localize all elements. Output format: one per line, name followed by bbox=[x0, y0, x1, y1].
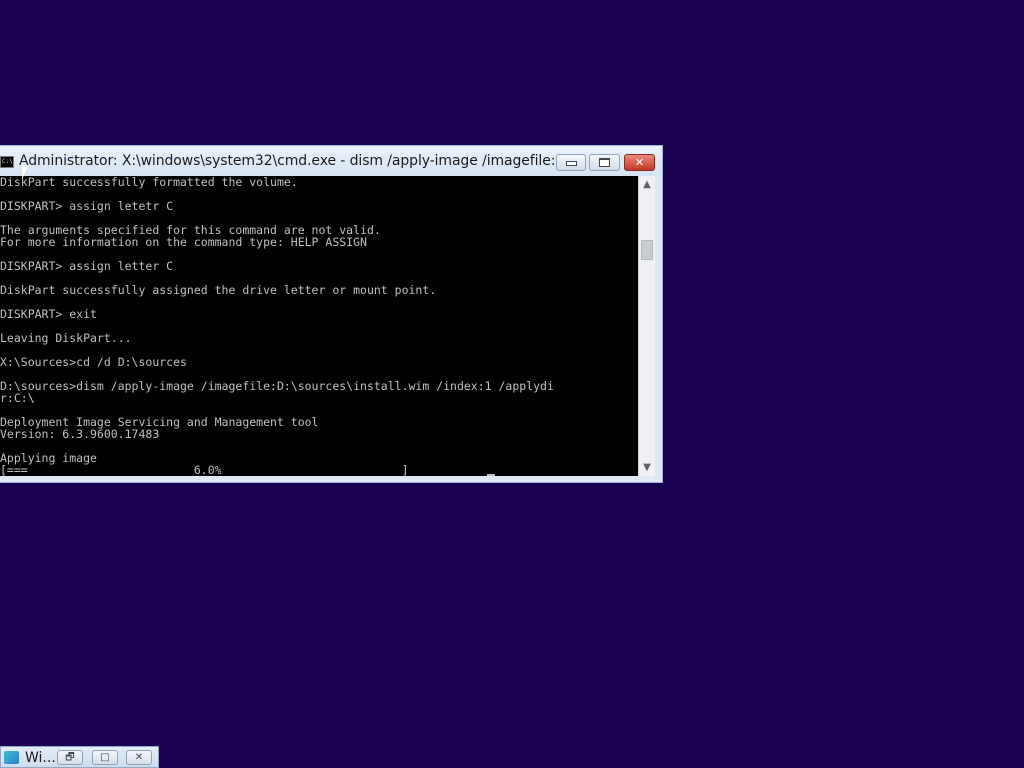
close-icon: ✕ bbox=[634, 156, 645, 169]
console-output[interactable]: DiskPart successfully formatted the volu… bbox=[0, 176, 638, 476]
scroll-up-arrow-icon[interactable]: ▲ bbox=[639, 176, 655, 193]
maximize-icon bbox=[599, 158, 610, 167]
console-line: Leaving DiskPart... bbox=[0, 331, 132, 345]
minimized-window-title[interactable]: Wi... bbox=[25, 750, 56, 766]
close-button[interactable]: ✕ bbox=[624, 154, 655, 171]
console-line: X:\Sources>cd /d D:\sources bbox=[0, 355, 187, 369]
console-line: DISKPART> assign letter C bbox=[0, 259, 174, 273]
console-lines: DiskPart successfully formatted the volu… bbox=[0, 176, 554, 476]
app-icon bbox=[4, 751, 19, 764]
console-line: DISKPART> exit bbox=[0, 307, 97, 321]
minimize-button[interactable] bbox=[556, 154, 586, 171]
scroll-down-arrow-icon[interactable]: ▼ bbox=[639, 459, 655, 476]
vertical-scrollbar[interactable]: ▲ ▼ bbox=[638, 176, 655, 476]
cmd-icon[interactable]: C:\ bbox=[0, 156, 14, 168]
console-line: r:C:\ bbox=[0, 391, 35, 405]
scroll-thumb[interactable] bbox=[641, 240, 653, 260]
minimize-icon bbox=[565, 161, 577, 166]
console-line: D:\sources>dism /apply-image /imagefile:… bbox=[0, 379, 554, 393]
console-line: DiskPart successfully formatted the volu… bbox=[0, 176, 298, 189]
maximize-button[interactable] bbox=[589, 154, 620, 171]
cmd-window[interactable]: C:\ Administrator: X:\windows\system32\c… bbox=[0, 145, 663, 483]
title-bar[interactable]: C:\ Administrator: X:\windows\system32\c… bbox=[0, 146, 662, 176]
minimized-window[interactable]: Wi... 🗗 □ ✕ bbox=[0, 746, 159, 768]
mouse-pointer-icon bbox=[22, 165, 29, 179]
console-line: DiskPart successfully assigned the drive… bbox=[0, 283, 437, 297]
console-line: DISKPART> assign letetr C bbox=[0, 199, 174, 213]
close-icon: ✕ bbox=[134, 752, 144, 763]
restore-button[interactable]: 🗗 bbox=[57, 750, 83, 765]
text-cursor bbox=[487, 474, 495, 476]
console-line: Version: 6.3.9600.17483 bbox=[0, 427, 160, 441]
maximize-button-mini[interactable]: □ bbox=[92, 750, 118, 765]
window-title: Administrator: X:\windows\system32\cmd.e… bbox=[19, 153, 554, 169]
close-button-mini[interactable]: ✕ bbox=[126, 750, 152, 765]
restore-icon: 🗗 bbox=[65, 752, 75, 763]
console-line: [=== 6.0% ] bbox=[0, 463, 416, 476]
maximize-icon: □ bbox=[100, 752, 110, 763]
console-line: For more information on the command type… bbox=[0, 235, 367, 249]
